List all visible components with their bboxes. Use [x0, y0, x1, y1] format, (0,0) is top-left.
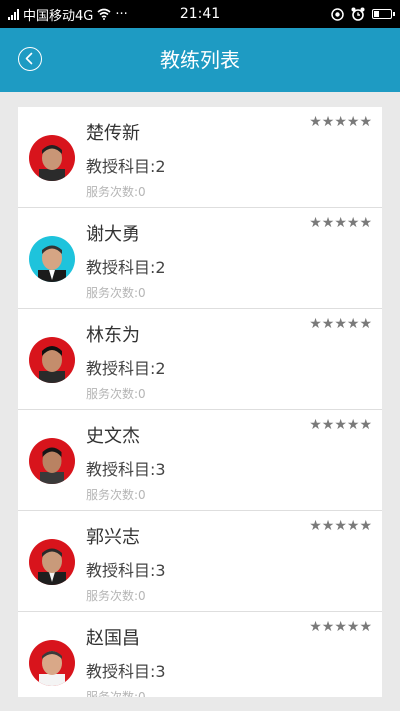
coach-service-count: 服务次数:0: [86, 690, 146, 697]
coach-service-count: 服务次数:0: [86, 488, 146, 502]
rating-stars-icon: ★★★★★: [309, 518, 372, 534]
rating-stars-icon: ★★★★★: [309, 114, 372, 130]
coach-name: 林东为: [86, 325, 140, 346]
coach-subject: 教授科目:3: [86, 561, 166, 580]
coach-avatar: [29, 640, 75, 686]
coach-list: 楚传新 教授科目:2 服务次数:0 ★★★★★ 谢大勇 教授科目:2 服务次数:…: [18, 107, 382, 697]
coach-service-count: 服务次数:0: [86, 589, 146, 603]
app-header: 教练列表: [0, 28, 400, 92]
coach-service-count: 服务次数:0: [86, 387, 146, 401]
coach-avatar: [29, 236, 75, 282]
coach-name: 郭兴志: [86, 527, 140, 548]
coach-subject: 教授科目:3: [86, 662, 166, 681]
coach-subject: 教授科目:2: [86, 359, 166, 378]
coach-list-item[interactable]: 赵国昌 教授科目:3 服务次数:0 ★★★★★: [18, 612, 382, 697]
rating-stars-icon: ★★★★★: [309, 316, 372, 332]
location-icon: [331, 7, 344, 21]
coach-service-count: 服务次数:0: [86, 185, 146, 199]
status-bar: 中国移动4G ··· 21:41: [0, 0, 400, 28]
coach-list-item[interactable]: 史文杰 教授科目:3 服务次数:0 ★★★★★: [18, 410, 382, 511]
coach-name: 楚传新: [86, 123, 140, 144]
coach-avatar: [29, 135, 75, 181]
battery-icon: [372, 9, 395, 19]
coach-list-item[interactable]: 楚传新 教授科目:2 服务次数:0 ★★★★★: [18, 107, 382, 208]
coach-list-item[interactable]: 谢大勇 教授科目:2 服务次数:0 ★★★★★: [18, 208, 382, 309]
coach-name: 谢大勇: [86, 224, 140, 245]
coach-list-item[interactable]: 郭兴志 教授科目:3 服务次数:0 ★★★★★: [18, 511, 382, 612]
alarm-icon: [351, 7, 365, 21]
coach-subject: 教授科目:3: [86, 460, 166, 479]
status-right: [331, 0, 395, 28]
coach-avatar: [29, 539, 75, 585]
coach-avatar: [29, 438, 75, 484]
rating-stars-icon: ★★★★★: [309, 619, 372, 635]
coach-avatar: [29, 337, 75, 383]
coach-list-item[interactable]: 林东为 教授科目:2 服务次数:0 ★★★★★: [18, 309, 382, 410]
coach-name: 史文杰: [86, 426, 140, 447]
page-title: 教练列表: [160, 48, 240, 72]
coach-subject: 教授科目:2: [86, 258, 166, 277]
coach-subject: 教授科目:2: [86, 157, 166, 176]
rating-stars-icon: ★★★★★: [309, 215, 372, 231]
coach-name: 赵国昌: [86, 628, 140, 649]
coach-service-count: 服务次数:0: [86, 286, 146, 300]
rating-stars-icon: ★★★★★: [309, 417, 372, 433]
